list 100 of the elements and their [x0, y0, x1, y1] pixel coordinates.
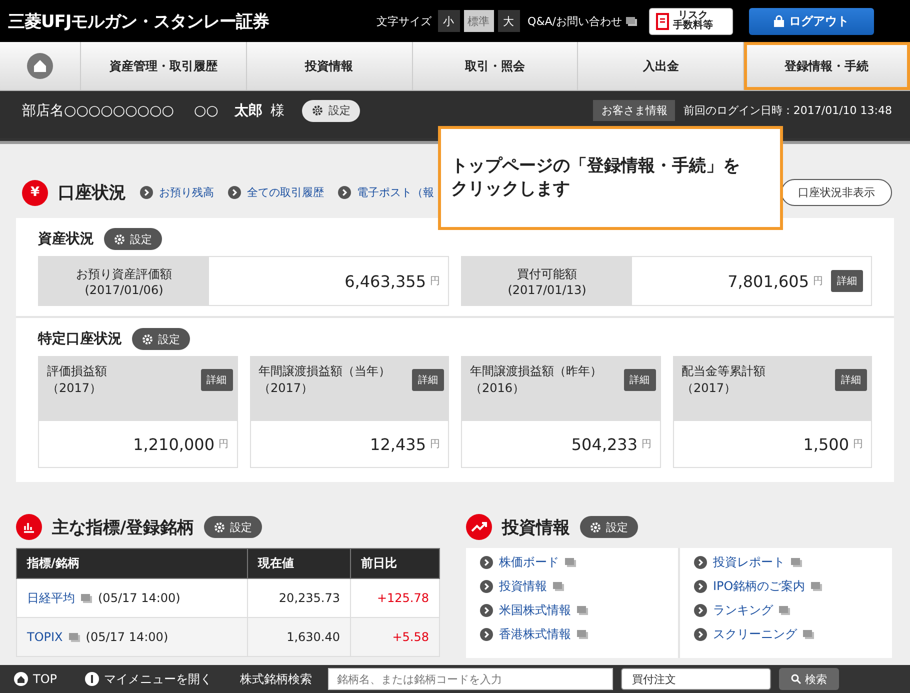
risk-button[interactable]: リスク 手数料等 — [649, 8, 733, 34]
account-link[interactable]: お預り残高 — [140, 185, 214, 200]
subsection-title: 資産状況 — [38, 230, 94, 248]
home-icon[interactable] — [27, 53, 53, 79]
stock-search-field[interactable]: 銘柄名、または銘柄コードを入力 — [328, 668, 614, 690]
last-login: 前回のログイン日時：2017/01/10 13:48 — [683, 103, 892, 118]
arrow-circle-icon — [694, 580, 707, 593]
order-type-select[interactable]: 買付注文 — [621, 668, 772, 690]
subsection-title: 特定口座状況 — [38, 330, 122, 348]
font-size-button[interactable]: 標準 — [464, 10, 494, 32]
nav-tab[interactable]: 登録情報・手続 — [744, 42, 910, 90]
new-window-icon — [81, 594, 92, 602]
settings-button[interactable]: 設定 — [580, 516, 638, 538]
search-button[interactable]: 検索 — [779, 668, 840, 690]
new-window-icon — [553, 582, 564, 591]
index-link[interactable]: 日経平均 — [27, 590, 75, 606]
info-link[interactable]: 米国株式情報 — [480, 602, 678, 619]
settings-button[interactable]: 設定 — [302, 100, 360, 122]
logout-button[interactable]: ログアウト — [749, 8, 874, 34]
yen-unit: 円 — [218, 438, 228, 451]
index-link[interactable]: TOPIX — [27, 630, 63, 644]
search-icon — [791, 674, 802, 684]
settings-button[interactable]: 設定 — [204, 516, 262, 538]
arrow-circle-icon — [694, 628, 707, 641]
top-button[interactable]: TOP — [14, 672, 58, 686]
arrow-circle-icon — [694, 556, 707, 569]
yen-unit: 円 — [853, 438, 863, 451]
yen-unit: 円 — [642, 438, 652, 451]
column-header: 指標/銘柄 — [16, 548, 248, 578]
search-label: 株式銘柄検索 — [240, 670, 312, 688]
detail-button[interactable]: 詳細 — [200, 369, 232, 391]
info-link[interactable]: 株価ボード — [480, 554, 678, 571]
nav-tab[interactable]: 入出金 — [578, 42, 744, 90]
asset-value: 7,801,605 — [728, 272, 809, 290]
arrow-circle-icon — [338, 186, 351, 199]
gear-icon — [312, 105, 324, 116]
arrow-circle-icon — [228, 186, 241, 199]
price: 1,630.40 — [286, 630, 340, 644]
column-header: 前日比 — [350, 548, 440, 578]
balance-label: 配当金等累計額 — [682, 363, 766, 380]
gear-icon — [114, 234, 125, 244]
new-window-icon — [779, 606, 790, 615]
honorific: 様 — [270, 102, 284, 120]
settings-button[interactable]: 設定 — [132, 328, 190, 350]
hide-button[interactable]: 口座状況非表示 — [781, 179, 892, 206]
logo[interactable]: 三菱UFJモルガン・スタンレー証券 — [8, 10, 377, 32]
asset-value: 6,463,355 — [344, 272, 426, 290]
info-link[interactable]: IPO銘柄のご案内 — [694, 578, 892, 595]
account-link[interactable]: 全ての取引履歴 — [228, 185, 324, 200]
info-link[interactable]: 投資レポート — [694, 554, 892, 571]
nav-tab[interactable]: 資産管理・取引履歴 — [81, 42, 247, 90]
balance-value: 12,435 — [370, 434, 426, 454]
chart-icon — [16, 514, 42, 540]
info-link[interactable]: ランキング — [694, 602, 892, 619]
surname: ○○ — [194, 102, 218, 118]
account-link[interactable]: 電子ポスト（報 — [338, 185, 434, 200]
index-time: (05/17 14:00) — [86, 630, 168, 644]
balance-year: （2017） — [258, 380, 314, 397]
settings-button[interactable]: 設定 — [104, 228, 162, 250]
yen-unit: 円 — [813, 275, 823, 288]
arrow-circle-icon — [480, 628, 493, 641]
price-change: +125.78 — [376, 591, 429, 605]
new-window-icon — [791, 558, 802, 567]
trend-icon — [466, 514, 492, 540]
yen-icon: ¥ — [22, 180, 48, 206]
home-icon — [14, 672, 28, 686]
font-size-button[interactable]: 大 — [498, 10, 520, 32]
detail-button[interactable]: 詳細 — [412, 369, 444, 391]
index-time: (05/17 14:00) — [98, 591, 180, 605]
new-window-icon — [565, 558, 576, 567]
balance-label: 年間譲渡損益額（当年） — [258, 363, 390, 380]
balance-year: （2017） — [682, 380, 738, 397]
font-size-button[interactable]: 小 — [438, 10, 460, 32]
arrow-circle-icon — [480, 556, 493, 569]
given-name: 太郎 — [234, 102, 262, 120]
info-link[interactable]: 香港株式情報 — [480, 626, 678, 643]
customer-info-button[interactable]: お客さま情報 — [593, 100, 676, 121]
yen-unit: 円 — [430, 275, 440, 288]
help-link[interactable]: Q&A/お問い合わせ — [528, 14, 637, 28]
new-window-icon — [811, 582, 822, 591]
instruction-tooltip: トップページの「登録情報・手続」を クリックします — [438, 126, 783, 230]
price-change: +5.58 — [392, 630, 429, 644]
detail-button[interactable]: 詳細 — [831, 270, 863, 292]
detail-button[interactable]: 詳細 — [835, 369, 867, 391]
balance-label: 年間譲渡損益額（昨年） — [470, 363, 602, 380]
balance-year: （2016） — [470, 380, 526, 397]
asset-label: お預り資産評価額 — [76, 266, 172, 282]
document-icon — [656, 12, 670, 30]
nav-tab[interactable]: 投資情報 — [246, 42, 413, 90]
balance-value: 1,210,000 — [133, 434, 214, 454]
asset-label: 買付可能額 — [517, 266, 577, 282]
nav-tab[interactable]: 取引・照会 — [412, 42, 578, 90]
my-menu-button[interactable]: マイメニューを開く — [85, 670, 212, 688]
info-link[interactable]: 投資情報 — [480, 578, 678, 595]
new-window-icon — [68, 632, 80, 642]
column-header: 現在値 — [248, 548, 350, 578]
new-window-icon — [577, 606, 588, 615]
detail-button[interactable]: 詳細 — [624, 369, 656, 391]
info-link[interactable]: スクリーニング — [694, 626, 892, 643]
font-size-label: 文字サイズ — [376, 14, 432, 28]
